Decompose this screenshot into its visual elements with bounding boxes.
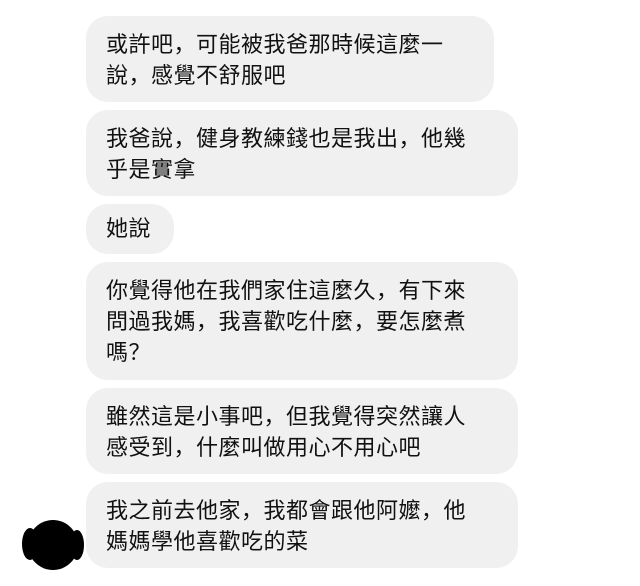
message-bubble[interactable]: 她說 [86,204,174,254]
avatar-icon[interactable] [22,520,84,570]
message-bubble[interactable]: 你覺得他在我們家住這麼久，有下來 問過我媽，我喜歡吃什麼，要怎麼煮 嗎？ [86,262,518,380]
message-bubble[interactable]: 或許吧，可能被我爸那時候這麼一 說，感覺不舒服吧 [86,16,494,102]
message-bubble[interactable]: 我爸說，健身教練錢也是我出，他幾 乎是實拿 [86,110,518,196]
message-bubble[interactable]: 我之前去他家，我都會跟他阿嬤，他 媽媽學他喜歡吃的菜 [86,482,518,568]
message-thread: 或許吧，可能被我爸那時候這麼一 說，感覺不舒服吧 我爸說，健身教練錢也是我出，他… [0,0,640,586]
message-bubble[interactable]: 雖然這是小事吧，但我覺得突然讓人 感受到，什麼叫做用心不用心吧 [86,388,518,474]
